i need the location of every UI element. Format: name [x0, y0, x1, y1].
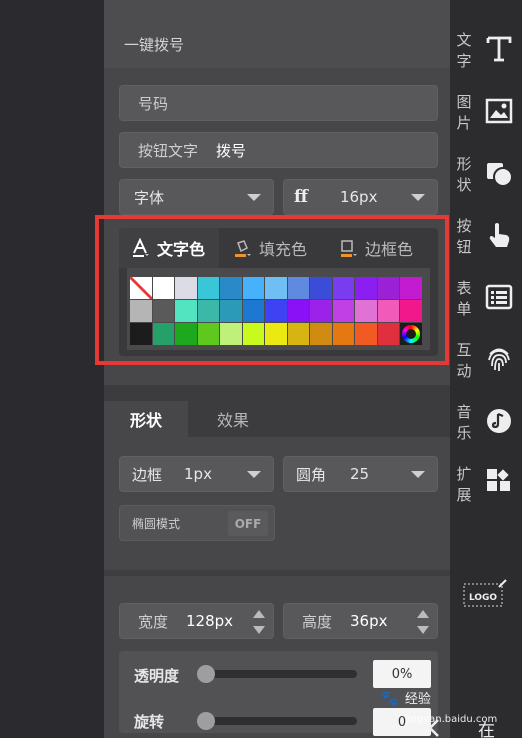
stepper-up-icon[interactable] — [253, 610, 265, 618]
stepper-down-icon[interactable] — [253, 626, 265, 634]
oval-mode-toggle[interactable]: OFF — [228, 511, 268, 536]
button-text-input[interactable]: 按钮文字 拨号 — [119, 132, 438, 168]
section-divider — [104, 570, 450, 576]
width-field[interactable]: 宽度 128px — [119, 603, 274, 639]
phone-input[interactable]: 号码 — [119, 85, 438, 121]
width-value: 128px — [186, 612, 234, 630]
stepper-down-icon[interactable] — [417, 626, 429, 634]
chevron-down-icon — [411, 194, 425, 201]
radius-value: 25 — [350, 465, 370, 483]
sidebar-item-button[interactable]: 按钮 — [450, 216, 522, 276]
sidebar-item-label: 形状 — [456, 155, 472, 194]
opacity-label: 透明度 — [134, 667, 180, 685]
border-value: 1px — [184, 465, 212, 483]
opacity-value[interactable]: 0% — [373, 660, 431, 688]
baidu-paw-icon: 🐾 — [380, 689, 399, 707]
sidebar-item-label: 音乐 — [456, 403, 472, 442]
phone-placeholder: 号码 — [138, 94, 169, 113]
height-value: 36px — [350, 612, 388, 630]
extension-icon — [487, 469, 510, 491]
sidebar-item-extension[interactable]: 扩展 — [450, 464, 522, 524]
height-stepper[interactable] — [417, 610, 429, 634]
width-stepper[interactable] — [253, 610, 265, 634]
chevron-down-icon — [247, 471, 261, 478]
stepper-up-icon[interactable] — [417, 610, 429, 618]
sidebar-item-label: 扩展 — [456, 465, 472, 504]
watermark: 🐾 经验 — [380, 688, 431, 707]
font-select-label: 字体 — [134, 188, 165, 207]
sidebar-item-image[interactable]: 图片 — [450, 92, 522, 152]
music-icon — [487, 409, 511, 433]
watermark-text: 经验 — [404, 692, 431, 707]
button-text-label: 按钮文字 — [138, 141, 199, 160]
style-tabs: 形状 效果 — [104, 401, 450, 437]
sidebar-item-label: 文字 — [456, 31, 472, 70]
sidebar-item-interact[interactable]: 互动 — [450, 340, 522, 400]
sidebar-item-shape[interactable]: 形状 — [450, 154, 522, 214]
opacity-slider-track[interactable] — [199, 670, 357, 678]
radius-label: 圆角 — [296, 465, 327, 484]
tab-effect[interactable]: 效果 — [192, 401, 274, 437]
panel-title: 一键拨号 — [124, 36, 185, 54]
panel-header: 一键拨号 — [104, 0, 450, 68]
width-label: 宽度 — [138, 612, 169, 631]
border-select[interactable]: 边框 1px — [119, 456, 274, 492]
logo-text: LOGO — [469, 593, 497, 603]
shape-icon — [487, 163, 513, 187]
bottom-text: 在 — [478, 721, 495, 738]
tab-shape[interactable]: 形状 — [104, 401, 188, 437]
text-icon — [486, 36, 512, 62]
radius-select[interactable]: 圆角 25 — [283, 456, 438, 492]
left-canvas-area — [0, 0, 104, 738]
fingerprint-icon — [488, 348, 510, 371]
sidebar-item-text[interactable]: 文字 — [450, 30, 522, 90]
font-size-select[interactable]: ff 16px — [283, 179, 438, 215]
font-select[interactable]: 字体 — [119, 179, 274, 215]
sidebar-item-label: 图片 — [456, 93, 472, 132]
chevron-down-icon — [411, 471, 425, 478]
hand-pointer-icon — [489, 223, 510, 247]
component-sidebar: 文字 图片 形状 按钮 表单 互动 音乐 扩展 — [450, 0, 522, 738]
rotation-slider-track[interactable] — [199, 717, 357, 725]
form-list-icon — [485, 284, 513, 310]
sidebar-item-music[interactable]: 音乐 — [450, 402, 522, 462]
sidebar-item-form[interactable]: 表单 — [450, 278, 522, 338]
sidebar-item-label: 表单 — [456, 279, 472, 318]
highlight-box — [95, 215, 449, 365]
chevron-down-icon — [247, 194, 261, 201]
button-text-value: 拨号 — [216, 141, 247, 160]
font-size-icon: ff — [294, 187, 308, 207]
image-icon — [485, 98, 513, 124]
border-label: 边框 — [132, 465, 163, 484]
height-label: 高度 — [302, 612, 333, 631]
rotation-label: 旋转 — [134, 713, 165, 731]
sidebar-item-label: 互动 — [456, 341, 472, 380]
sidebar-item-label: 按钮 — [456, 217, 472, 256]
chevron-left-icon[interactable] — [424, 716, 450, 738]
oval-mode-label: 椭圆模式 — [132, 516, 181, 531]
opacity-slider-knob[interactable] — [197, 665, 215, 683]
oval-mode-row: 椭圆模式 OFF — [119, 505, 275, 541]
height-field[interactable]: 高度 36px — [283, 603, 438, 639]
font-size-value: 16px — [339, 188, 378, 206]
logo-tool-icon[interactable]: LOGO — [462, 578, 508, 608]
rotation-slider-knob[interactable] — [197, 712, 215, 730]
